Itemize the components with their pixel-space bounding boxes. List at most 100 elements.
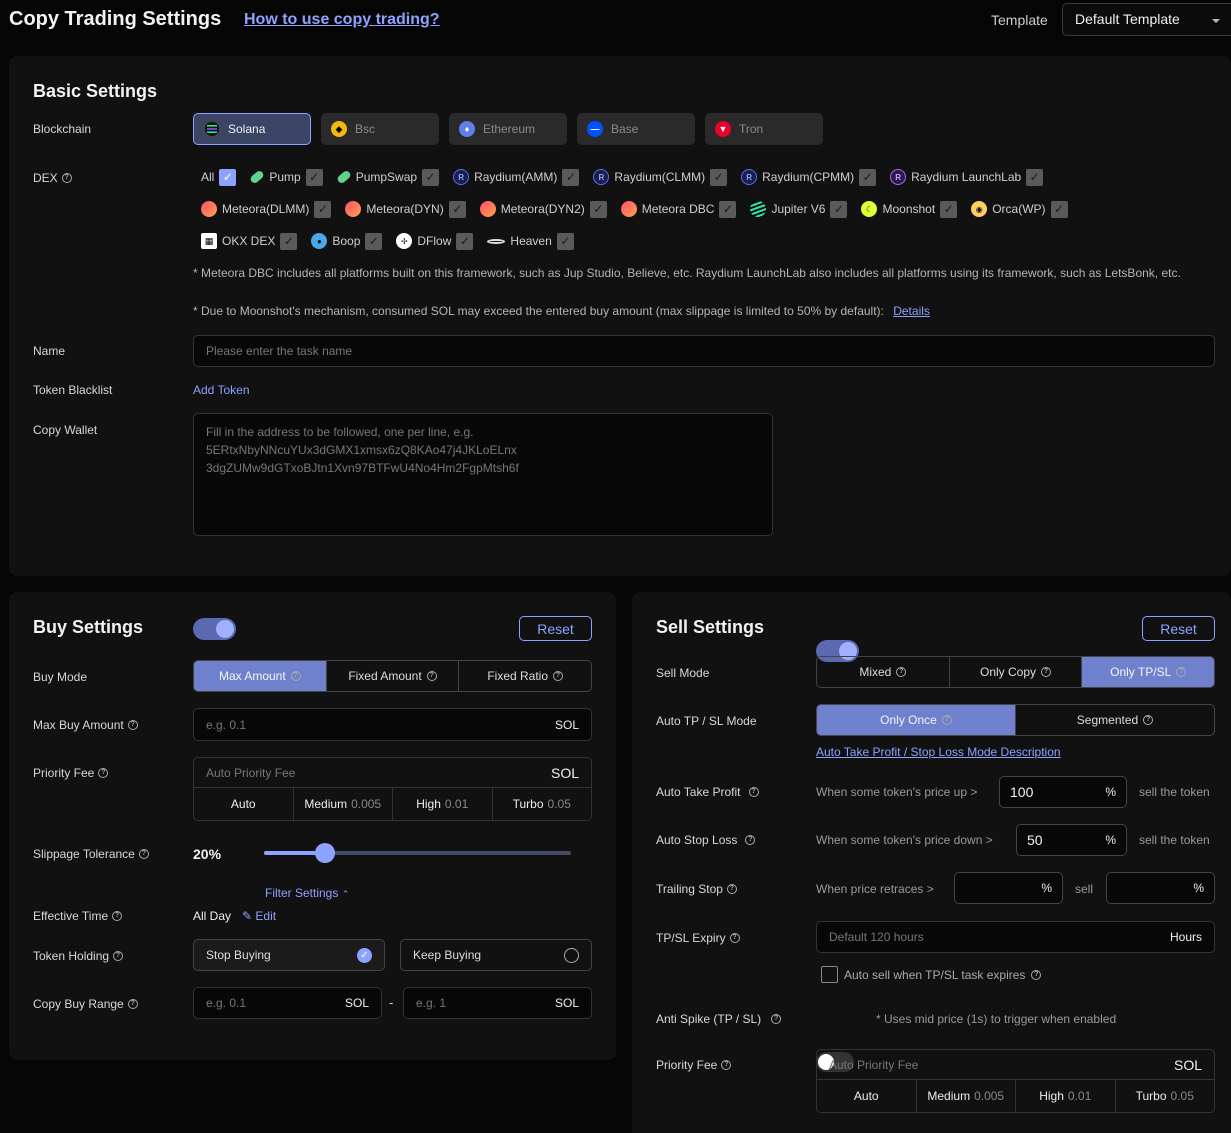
checkbox-checked-icon[interactable]: ✓ (859, 168, 877, 186)
dex-meteora-dbc[interactable]: Meteora DBC ✓ (620, 197, 737, 221)
checkbox-checked-icon[interactable]: ✓ (830, 200, 848, 218)
help-icon[interactable]: ? (771, 1014, 782, 1024)
tpsl-description-link[interactable]: Auto Take Profit / Stop Loss Mode Descri… (816, 745, 1061, 759)
dex-heaven[interactable]: Heaven ✓ (487, 229, 574, 253)
help-icon[interactable]: ? (896, 667, 907, 677)
add-token-button[interactable]: Add Token (193, 383, 250, 397)
slider-handle[interactable] (315, 843, 335, 863)
sell-mode-only-tpsl[interactable]: Only TP/SL? (1082, 657, 1214, 687)
checkbox-checked-icon[interactable]: ✓ (448, 200, 466, 218)
copy-wallet-textarea[interactable]: Fill in the address to be followed, one … (193, 413, 773, 536)
dex-meteora-dlmm[interactable]: Meteora(DLMM) ✓ (201, 197, 332, 221)
checkbox-unchecked-icon[interactable] (821, 966, 838, 983)
tpsl-expiry-input[interactable]: Default 120 hours Hours (816, 921, 1215, 953)
checkbox-checked-icon[interactable]: ✓ (305, 168, 323, 186)
help-icon[interactable]: ? (1031, 969, 1042, 980)
dex-pump[interactable]: Pump ✓ (249, 165, 323, 189)
howto-link[interactable]: How to use copy trading? (244, 11, 440, 29)
keep-buying-option[interactable]: Keep Buying (400, 939, 592, 971)
dex-jupiter[interactable]: Jupiter V6 ✓ (750, 197, 848, 221)
trailing-stop-input[interactable]: % (954, 872, 1063, 904)
help-icon[interactable]: ? (553, 671, 564, 681)
edit-time-button[interactable]: ✎ Edit (242, 909, 276, 923)
checkbox-checked-icon[interactable]: ✓ (940, 200, 958, 218)
tpsl-mode-segmented[interactable]: Segmented? (1016, 705, 1214, 735)
sell-mode-only-copy[interactable]: Only Copy? (950, 657, 1083, 687)
checkbox-checked-icon[interactable]: ✓ (1026, 168, 1044, 186)
task-name-input[interactable]: Please enter the task name (193, 335, 1215, 367)
help-icon[interactable]: ? (1041, 667, 1052, 677)
buy-mode-fixed-amount[interactable]: Fixed Amount? (327, 661, 460, 691)
help-icon[interactable]: ? (290, 671, 301, 681)
template-select[interactable]: Default Template (1062, 3, 1231, 36)
fee-option-high[interactable]: High 0.01 (393, 788, 493, 820)
max-buy-input[interactable]: e.g. 0.1 SOL (193, 708, 592, 741)
sell-reset-button[interactable]: Reset (1142, 616, 1215, 641)
sell-mode-mixed[interactable]: Mixed? (817, 657, 950, 687)
help-icon[interactable]: ? (426, 671, 437, 681)
stop-buying-option[interactable]: Stop Buying ✓ (193, 939, 385, 971)
checkbox-checked-icon[interactable]: ✓ (219, 168, 237, 186)
help-icon[interactable]: ? (729, 933, 740, 943)
checkbox-checked-icon[interactable]: ✓ (365, 232, 383, 250)
stop-loss-input[interactable]: 50% (1016, 824, 1127, 856)
checkbox-checked-icon[interactable]: ✓ (280, 232, 298, 250)
chain-ethereum-button[interactable]: ♦ Ethereum (449, 113, 567, 145)
buy-priority-fee-input[interactable]: Auto Priority Fee SOL (194, 758, 591, 788)
trailing-sell-input[interactable]: % (1106, 872, 1215, 904)
tpsl-mode-only-once[interactable]: Only Once? (817, 705, 1016, 735)
dex-raydium-clmm[interactable]: R Raydium(CLMM) ✓ (593, 165, 728, 189)
fee-option-auto[interactable]: Auto (817, 1080, 917, 1112)
checkbox-checked-icon[interactable]: ✓ (719, 200, 737, 218)
buy-enable-toggle[interactable] (193, 618, 236, 640)
fee-option-turbo[interactable]: Turbo 0.05 (493, 788, 592, 820)
dex-boop[interactable]: ● Boop ✓ (311, 229, 383, 253)
checkbox-checked-icon[interactable]: ✓ (710, 168, 728, 186)
help-icon[interactable]: ? (721, 1060, 732, 1070)
help-icon[interactable]: ? (941, 715, 952, 725)
copy-buy-range-max[interactable]: e.g. 1 SOL (403, 987, 592, 1019)
dex-raydium-amm[interactable]: R Raydium(AMM) ✓ (453, 165, 580, 189)
chain-bsc-button[interactable]: ◆ Bsc (321, 113, 439, 145)
dex-moonshot[interactable]: ☾ Moonshot ✓ (861, 197, 958, 221)
auto-sell-expire-option[interactable]: Auto sell when TP/SL task expires ? (821, 966, 1042, 983)
take-profit-input[interactable]: 100% (999, 776, 1127, 808)
help-icon[interactable]: ? (112, 911, 123, 921)
help-icon[interactable]: ? (745, 835, 756, 845)
help-icon[interactable]: ? (127, 720, 138, 730)
help-icon[interactable]: ? (113, 951, 124, 961)
help-icon[interactable]: ? (138, 849, 149, 859)
fee-option-turbo[interactable]: Turbo 0.05 (1116, 1080, 1215, 1112)
help-icon[interactable]: ? (61, 173, 72, 183)
help-icon[interactable]: ? (748, 787, 759, 797)
copy-buy-range-min[interactable]: e.g. 0.1 SOL (193, 987, 382, 1019)
dex-orca[interactable]: ◉ Orca(WP) ✓ (971, 197, 1068, 221)
dex-okx[interactable]: ▦ OKX DEX ✓ (201, 229, 298, 253)
filter-settings-toggle[interactable]: Filter Settings ⌃ (265, 886, 349, 900)
checkbox-checked-icon[interactable]: ✓ (562, 168, 580, 186)
dex-raydium-launchlab[interactable]: R Raydium LaunchLab ✓ (890, 165, 1044, 189)
help-icon[interactable]: ? (127, 999, 138, 1009)
buy-mode-max-amount[interactable]: Max Amount? (194, 661, 327, 691)
sell-priority-fee-input[interactable]: Auto Priority Fee SOL (817, 1050, 1214, 1080)
help-icon[interactable]: ? (1143, 715, 1154, 725)
checkbox-checked-icon[interactable]: ✓ (589, 200, 607, 218)
checkbox-checked-icon[interactable]: ✓ (422, 168, 440, 186)
help-icon[interactable]: ? (726, 884, 737, 894)
checkbox-checked-icon[interactable]: ✓ (1050, 200, 1068, 218)
dex-meteora-dyn2[interactable]: Meteora(DYN2) ✓ (479, 197, 607, 221)
dex-all[interactable]: All ✓ (201, 165, 237, 189)
help-icon[interactable]: ? (1176, 667, 1187, 677)
chain-base-button[interactable]: — Base (577, 113, 695, 145)
fee-option-medium[interactable]: Medium 0.005 (294, 788, 393, 820)
help-icon[interactable]: ? (98, 768, 109, 778)
chain-solana-button[interactable]: Solana (193, 113, 311, 145)
checkbox-checked-icon[interactable]: ✓ (456, 232, 474, 250)
chain-tron-button[interactable]: ▼ Tron (705, 113, 823, 145)
slippage-slider[interactable] (264, 843, 571, 863)
fee-option-high[interactable]: High 0.01 (1016, 1080, 1116, 1112)
checkbox-checked-icon[interactable]: ✓ (556, 232, 574, 250)
details-link[interactable]: Details (893, 304, 930, 318)
dex-raydium-cpmm[interactable]: R Raydium(CPMM) ✓ (741, 165, 877, 189)
dex-meteora-dyn[interactable]: Meteora(DYN) ✓ (345, 197, 466, 221)
